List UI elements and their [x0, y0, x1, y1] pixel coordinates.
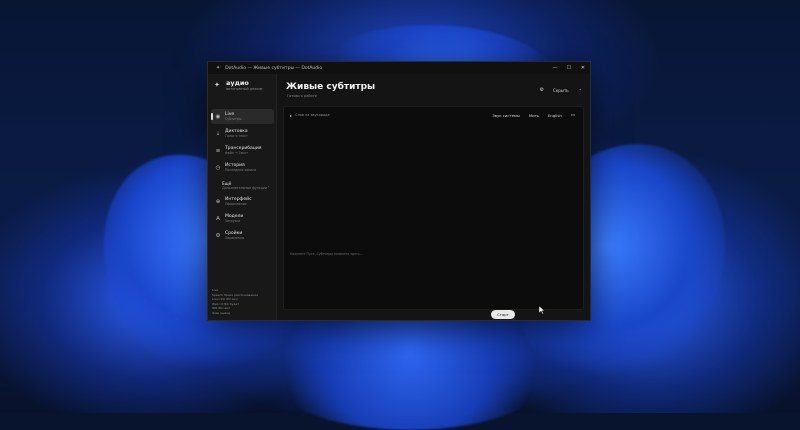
mouse-pointer-icon — [539, 306, 545, 314]
subtitles-placeholder: Нажмите Пуск. Субтитры появятся здесь... — [290, 252, 363, 256]
brand-logo-icon: ✦ — [214, 81, 220, 89]
sidebar-status: Live Speech Space распознавание Live=RU … — [212, 288, 272, 315]
sidebar-item-history[interactable]: ◷ История Последние записи — [211, 160, 274, 175]
chevron-down-icon[interactable]: ⌄ — [267, 184, 270, 188]
sidebar-item-sub: Параметры — [225, 236, 245, 240]
sidebar-item-settings[interactable]: ⚙ Сройки Параметры — [211, 228, 274, 243]
sidebar-item-transcription[interactable]: ≡ Транскрибация Файл → Текст — [211, 143, 274, 158]
sidebar: ✦ аудио автономный режим ◉ Live Субтитры… — [208, 74, 277, 320]
sidebar-item-sub: Оформление — [225, 202, 247, 206]
header-actions: ⚙ Скрыть ⌃ — [540, 87, 582, 93]
transcript-icon: ≡ — [215, 147, 221, 154]
sidebar-item-models[interactable]: A Модели Загрузка — [211, 211, 274, 226]
live-icon: ◉ — [215, 113, 221, 120]
sidebar-item-interface[interactable]: ⊕ Интерфейс Оформление — [211, 194, 274, 209]
close-icon[interactable]: ✕ — [576, 62, 590, 74]
cursor-icon: ▸ — [290, 112, 293, 118]
hide-button[interactable]: Скрыть — [553, 88, 569, 93]
app-window: ✦ DotAudio — Живые субтитры — DotAudio —… — [207, 61, 591, 321]
sidebar-item-sub: Субтитры — [225, 117, 242, 121]
status-line: Фиш вывод — [212, 310, 231, 315]
sidebar-item-sub: Загрузка — [225, 219, 241, 223]
brand-subtitle: автономный режим — [226, 87, 263, 91]
settings-icon: ⚙ — [215, 232, 221, 239]
monitor-icon[interactable]: ▭ — [571, 113, 575, 118]
models-icon: A — [216, 215, 220, 222]
main-content: Живые субтитры Готово к работе ⚙ Скрыть … — [277, 74, 590, 320]
brand-name: аудио — [226, 79, 249, 87]
gear-icon[interactable]: ⚙ — [540, 87, 544, 93]
interface-icon: ⊕ — [215, 198, 221, 205]
mic-button[interactable]: Мить — [529, 113, 539, 118]
window-controls: — ☐ ✕ — [548, 62, 590, 74]
history-icon: ◷ — [215, 164, 221, 171]
language-button[interactable]: English — [548, 113, 562, 118]
sidebar-item-sub: Последние записи — [225, 168, 257, 172]
panel-toolbar: ▸ Слов на звукороде Звук системы Мить En… — [290, 111, 575, 119]
page-subtitle: Готово к работе — [287, 94, 317, 98]
sidebar-item-sub: Дополнительные функции — [222, 186, 268, 190]
minimize-icon[interactable]: — — [548, 62, 562, 74]
sidebar-item-dictation[interactable]: ⇣ Диктовка Голос в текст — [211, 126, 274, 141]
start-button[interactable]: Старт — [491, 310, 515, 319]
chevron-up-icon[interactable]: ⌃ — [579, 88, 582, 93]
window-title: DotAudio — Живые субтитры — DotAudio — [225, 65, 323, 71]
page-title: Живые субтитры — [286, 82, 376, 92]
maximize-icon[interactable]: ☐ — [562, 62, 576, 74]
sidebar-item-sub: Файл → Текст — [225, 151, 248, 155]
sidebar-item-sub: Голос в текст — [225, 134, 248, 138]
title-bar[interactable]: ✦ DotAudio — Живые субтитры — DotAudio —… — [208, 62, 590, 74]
brand: ✦ аудио автономный режим — [214, 79, 262, 92]
sidebar-item-more[interactable]: Ещё Дополнительные функции ⌄ — [211, 178, 274, 193]
audio-source-button[interactable]: Звук системы — [492, 113, 519, 118]
panel-caption: Слов на звукороде — [295, 113, 330, 117]
subtitles-panel: ▸ Слов на звукороде Звук системы Мить En… — [283, 106, 584, 310]
microphone-icon: ⇣ — [215, 130, 221, 137]
app-icon: ✦ — [216, 65, 221, 71]
sidebar-item-live[interactable]: ◉ Live Субтитры — [211, 109, 274, 124]
